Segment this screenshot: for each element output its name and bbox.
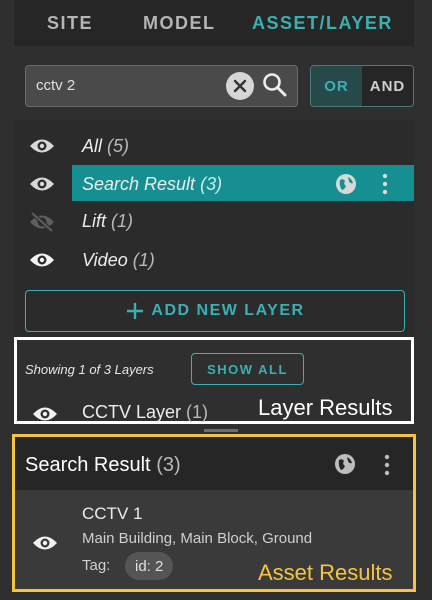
tab-model[interactable]: MODEL [143,13,216,34]
layer-label-all: All (5) [82,136,130,156]
layer-results-caption: Layer Results [258,395,393,420]
search-mode-toggle: OR AND [310,65,414,107]
clear-search-button[interactable] [226,72,254,100]
mode-or-button[interactable]: OR [311,66,362,106]
search-input-value: cctv 2 [36,77,76,94]
layer-result-item[interactable]: CCTV Layer (1) [82,402,208,423]
eye-off-icon[interactable] [28,211,56,233]
asset-results-caption: Asset Results [258,560,393,585]
tab-asset-layer[interactable]: ASSET/LAYER [252,13,393,34]
layer-row-lift[interactable] [14,203,414,239]
resize-handle[interactable] [204,429,238,432]
show-all-button[interactable]: SHOW ALL [191,353,304,385]
layer-row-video[interactable] [14,241,414,277]
search-button[interactable] [260,70,290,100]
layer-row-all[interactable] [14,127,414,163]
layer-label-search-result: Search Result (3) [82,174,223,194]
add-new-layer-button[interactable]: ADD NEW LAYER [25,290,405,332]
showing-layers-text: Showing 1 of 3 Layers [25,362,154,377]
globe-icon[interactable] [334,172,358,196]
top-tab-bar: SITE MODEL ASSET/LAYER [14,0,414,46]
layer-label-video: Video (1) [82,250,155,270]
eye-icon[interactable] [28,250,56,270]
more-vert-icon[interactable] [380,172,390,196]
eye-icon[interactable] [28,136,56,156]
search-icon [263,73,287,97]
tab-site[interactable]: SITE [47,13,93,34]
eye-icon[interactable] [31,404,59,424]
close-icon [233,79,247,93]
mode-and-button[interactable]: AND [362,66,413,106]
layer-label-lift: Lift (1) [82,211,134,231]
eye-icon[interactable] [28,174,56,194]
plus-icon [127,303,144,319]
add-new-layer-label: ADD NEW LAYER [151,302,305,319]
